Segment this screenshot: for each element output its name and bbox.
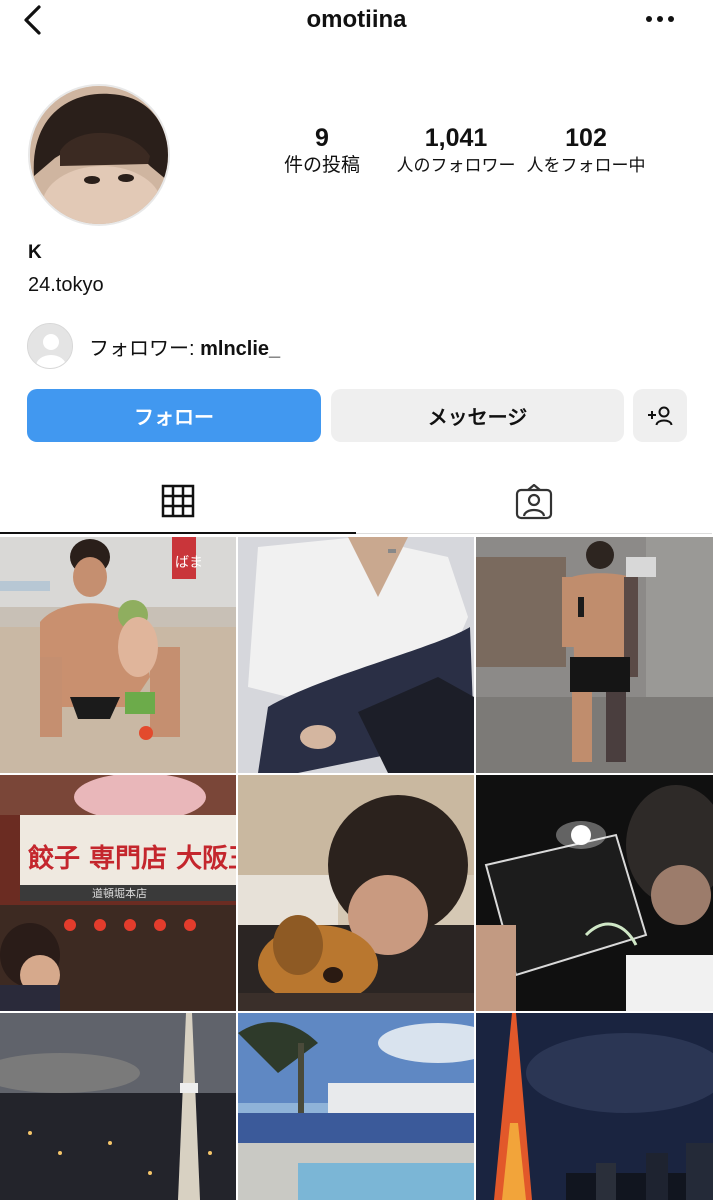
avatar-photo [30, 86, 168, 224]
following-label: 人をフォロー中 [526, 156, 646, 175]
dog-photo [238, 775, 474, 1011]
posts-stat[interactable]: 9 件の投稿 [270, 122, 374, 178]
photo-grid: ばま 餃子 専門店 大阪王 道頓堀本店 [0, 537, 713, 1200]
profile-avatar[interactable] [28, 84, 170, 226]
photo-post-8[interactable] [238, 1013, 474, 1200]
followed-by-text: フォロワー: mlnclie_ [89, 332, 280, 361]
photo-post-7[interactable] [0, 1013, 236, 1200]
followed-by-prefix: フォロワー: [89, 337, 201, 360]
gift-bag-photo [476, 775, 713, 1011]
tokyo-tower-photo [476, 1013, 713, 1200]
shop-sub-text: 道頓堀本店 [92, 886, 147, 900]
more-horizontal-icon [646, 16, 674, 22]
pool-photo [238, 1013, 474, 1200]
following-count: 102 [565, 124, 607, 152]
photo-post-3[interactable] [476, 537, 713, 773]
white-shirt-photo [238, 537, 474, 773]
posts-label: 件の投稿 [283, 155, 360, 176]
tagged-person-icon [515, 483, 553, 519]
tab-posts-grid[interactable] [0, 470, 356, 534]
beach-photo: ばま [0, 537, 236, 773]
skytree-photo [0, 1013, 236, 1200]
bio-text: 24.tokyo [28, 274, 104, 296]
shop-sign-text: 餃子 専門店 大阪王 [28, 843, 236, 874]
top-bar: omotiina [0, 0, 713, 40]
photo-post-4[interactable]: 餃子 専門店 大阪王 道頓堀本店 [0, 775, 236, 1011]
followed-by-row[interactable]: フォロワー: mlnclie_ [27, 322, 280, 370]
gym-selfie-photo [476, 537, 713, 773]
add-person-icon [648, 406, 673, 425]
followers-stat[interactable]: 1,041 人のフォロワー [390, 122, 522, 178]
message-button[interactable]: メッセージ [331, 389, 624, 442]
suggest-users-button[interactable] [633, 389, 687, 442]
default-avatar-icon [28, 324, 72, 368]
photo-post-2[interactable] [238, 537, 474, 773]
photo-post-9[interactable] [476, 1013, 713, 1200]
profile-tabs [0, 470, 713, 536]
followers-count: 1,041 [424, 124, 488, 152]
display-name: K [28, 242, 42, 263]
profile-stats: 9 件の投稿 1,041 人のフォロワー 102 人をフォロー中 [270, 122, 660, 192]
more-button[interactable] [645, 8, 675, 30]
followed-by-username[interactable]: mlnclie_ [200, 338, 280, 360]
photo-post-5[interactable] [238, 775, 474, 1011]
following-stat[interactable]: 102 人をフォロー中 [524, 122, 648, 178]
beach-sign-text: ばま [175, 555, 203, 571]
gyoza-shop-photo: 餃子 専門店 大阪王 道頓堀本店 [0, 775, 236, 1011]
photo-post-6[interactable] [476, 775, 713, 1011]
posts-count: 9 [315, 124, 329, 152]
page-title: omotiina [306, 6, 407, 33]
follow-button[interactable]: フォロー [27, 389, 321, 442]
tab-tagged[interactable] [356, 470, 712, 534]
grid-icon [161, 484, 195, 518]
follower-avatar [27, 323, 73, 369]
photo-post-1[interactable]: ばま [0, 537, 236, 773]
followers-label: 人のフォロワー [396, 156, 516, 175]
